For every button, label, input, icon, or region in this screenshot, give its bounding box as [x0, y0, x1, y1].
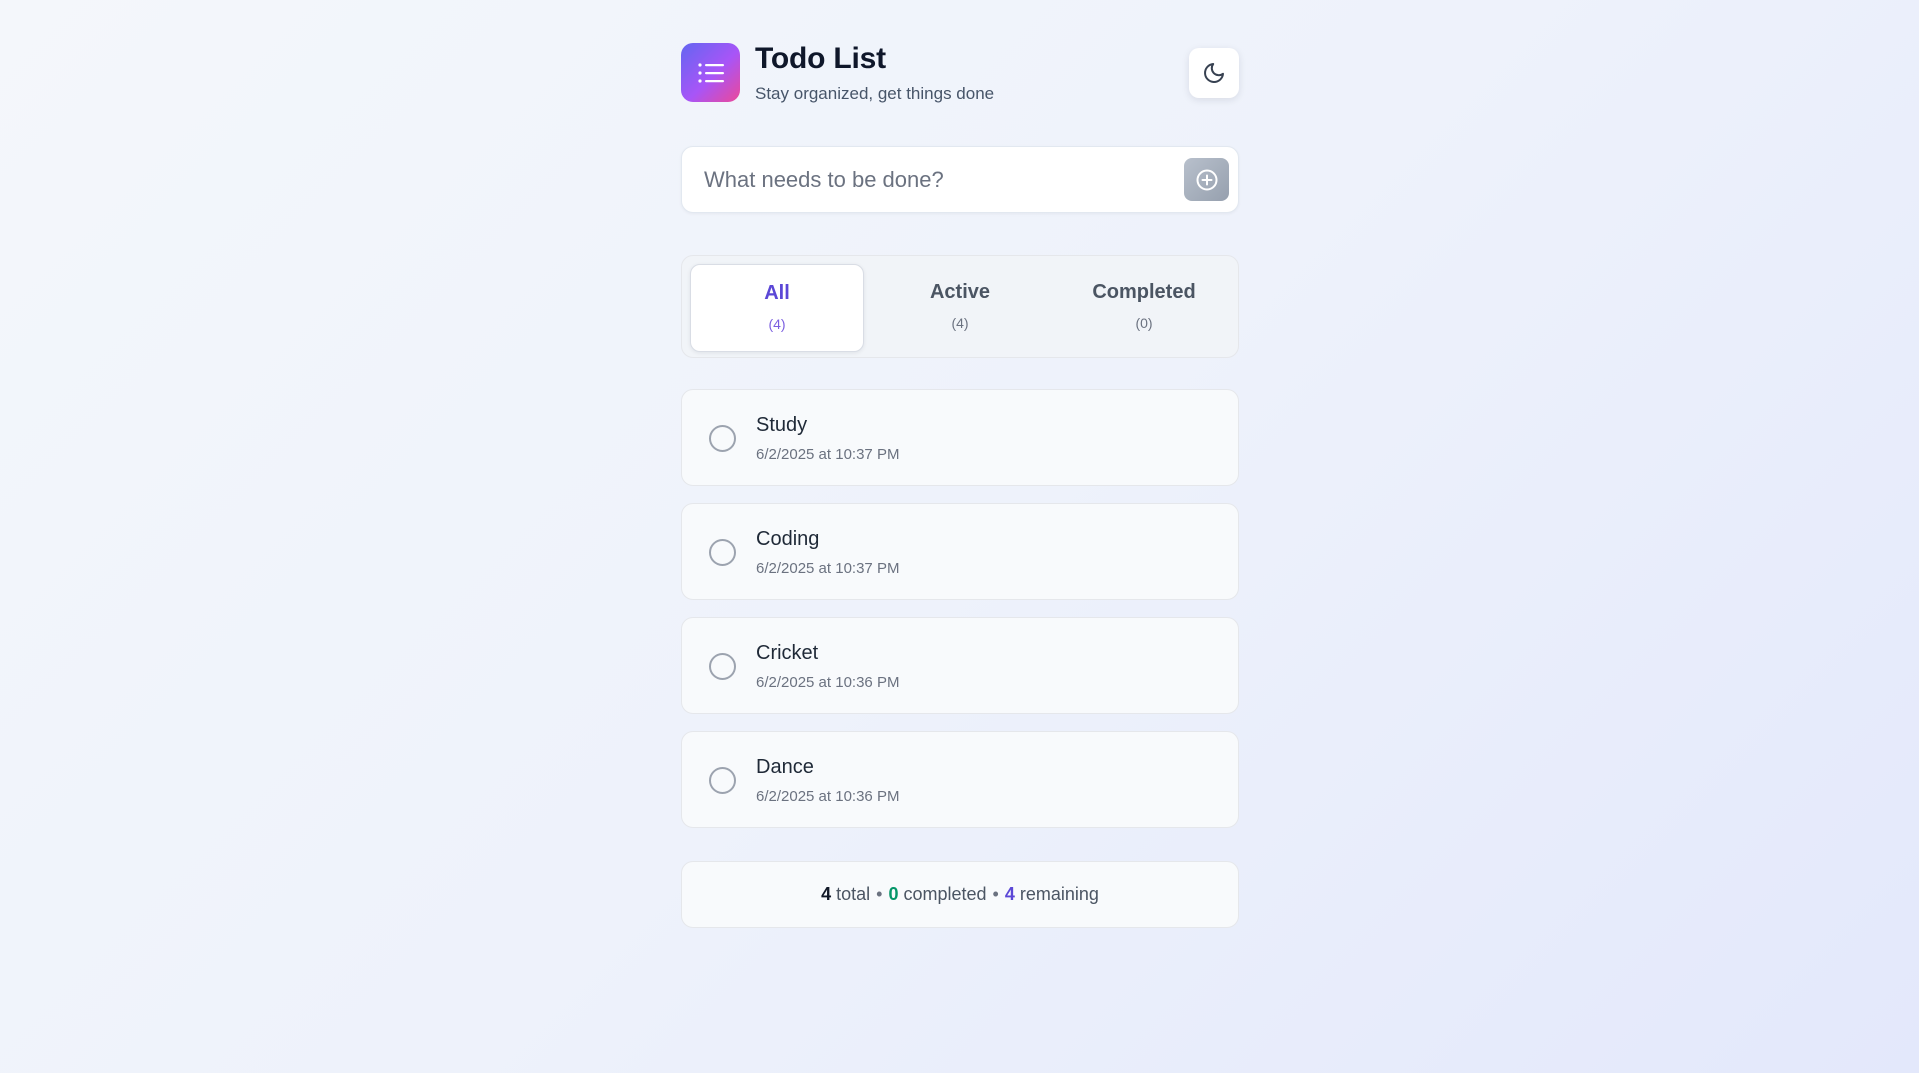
remaining-count: 4 — [1004, 884, 1015, 904]
add-todo-button[interactable] — [1184, 158, 1229, 201]
todo-item: Coding 6/2/2025 at 10:37 PM — [681, 503, 1239, 600]
tab-count: (4) — [768, 316, 786, 332]
todo-date: 6/2/2025 at 10:37 PM — [756, 446, 900, 463]
header: Todo List Stay organized, get things don… — [681, 0, 1239, 150]
todo-checkbox[interactable] — [709, 653, 736, 680]
page-subtitle: Stay organized, get things done — [755, 84, 995, 103]
separator: • — [992, 884, 999, 904]
todo-checkbox[interactable] — [709, 539, 736, 566]
tab-all[interactable]: All (4) — [690, 264, 864, 352]
todo-list: Study 6/2/2025 at 10:37 PM Coding 6/2/20… — [681, 389, 1239, 845]
todo-date: 6/2/2025 at 10:36 PM — [756, 674, 900, 691]
todo-title: Dance — [756, 756, 814, 778]
todo-checkbox[interactable] — [709, 425, 736, 452]
theme-toggle-button[interactable] — [1189, 48, 1239, 98]
page-title: Todo List — [755, 42, 886, 75]
todo-title: Coding — [756, 528, 820, 550]
todo-title: Cricket — [756, 642, 819, 664]
app-container: Todo List Stay organized, get things don… — [681, 0, 1239, 928]
total-label: total — [836, 884, 871, 904]
tab-label: Active — [929, 281, 991, 303]
todo-item: Study 6/2/2025 at 10:37 PM — [681, 389, 1239, 486]
completed-label: completed — [903, 884, 987, 904]
todo-item: Cricket 6/2/2025 at 10:36 PM — [681, 617, 1239, 714]
app-logo — [681, 43, 740, 102]
tab-active[interactable]: Active (4) — [874, 264, 1046, 350]
total-count: 4 — [821, 884, 832, 904]
todo-item: Dance 6/2/2025 at 10:36 PM — [681, 731, 1239, 828]
todo-date: 6/2/2025 at 10:36 PM — [756, 788, 900, 805]
add-todo-form — [681, 146, 1239, 213]
remaining-label: remaining — [1019, 884, 1099, 904]
moon-icon — [1204, 63, 1224, 83]
stats-footer: 4 total • 0 completed • 4 remaining — [681, 861, 1239, 928]
tab-label: All — [764, 282, 790, 304]
todo-checkbox[interactable] — [709, 767, 736, 794]
filter-tabs: All (4) Active (4) Completed (0) — [681, 255, 1239, 358]
separator: • — [876, 884, 883, 904]
tab-label: Completed — [1092, 281, 1196, 303]
tab-count: (0) — [1135, 315, 1153, 331]
tab-completed[interactable]: Completed (0) — [1058, 264, 1230, 350]
new-todo-input[interactable] — [702, 161, 1146, 199]
todo-date: 6/2/2025 at 10:37 PM — [756, 560, 900, 577]
tab-count: (4) — [951, 315, 969, 331]
list-icon — [697, 62, 724, 83]
plus-circle-icon — [1196, 169, 1217, 190]
todo-title: Study — [756, 414, 808, 436]
completed-count: 0 — [888, 884, 899, 904]
